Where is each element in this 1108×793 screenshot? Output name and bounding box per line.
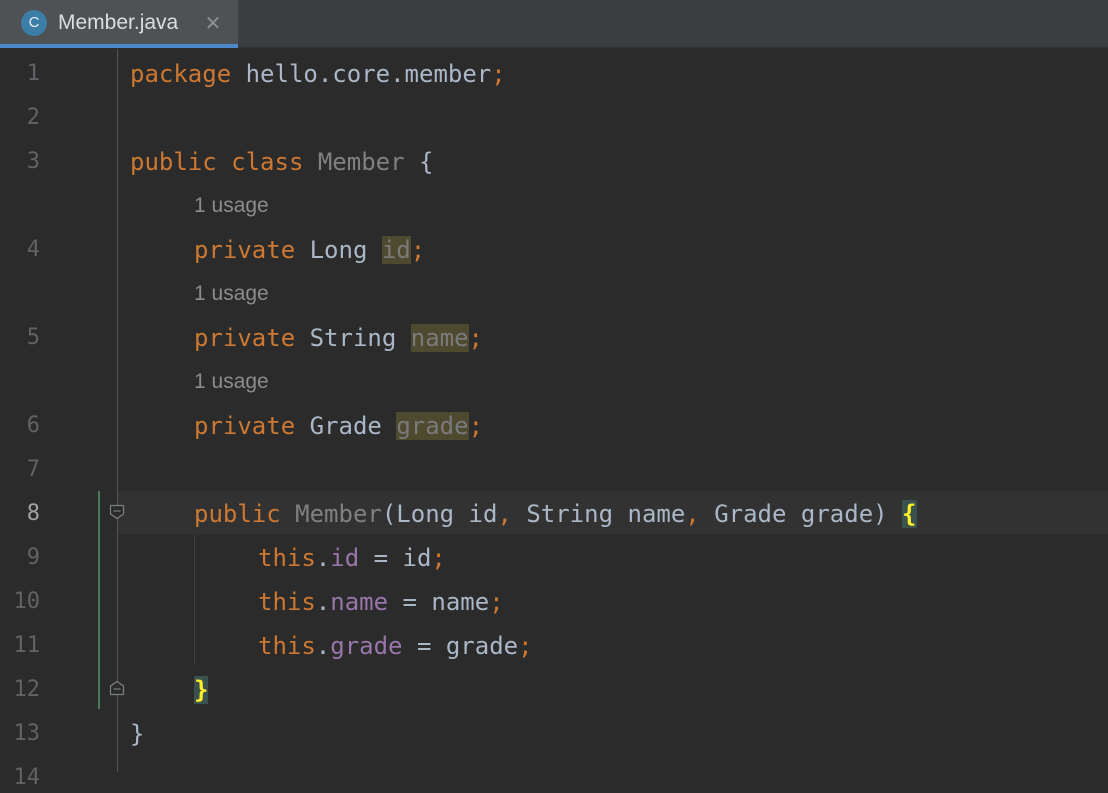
semicolon: ; [431, 544, 446, 572]
class-icon: C [21, 10, 47, 36]
comma: , [685, 500, 700, 528]
line-number: 10 [13, 589, 41, 614]
usage-hint[interactable]: 1 usage [194, 281, 269, 307]
keyword: public [130, 148, 217, 176]
code-line-11: this.grade = grade; [258, 631, 533, 661]
code-line-10: this.name = name; [258, 587, 504, 617]
brace: } [130, 720, 145, 748]
code-line-5: private String name; [194, 323, 483, 353]
matched-brace: { [902, 500, 917, 528]
code-line-12: } [194, 675, 209, 705]
tab-member-java[interactable]: C Member.java ✕ [0, 0, 238, 48]
indent-guide [194, 535, 195, 665]
keyword: this [258, 632, 316, 660]
line-number: 6 [26, 413, 40, 438]
constructor-name: Member [295, 500, 382, 528]
field-name-highlighted: id [381, 236, 411, 264]
semicolon: ; [468, 412, 484, 440]
semicolon: ; [518, 632, 533, 660]
line-number: 2 [26, 105, 40, 130]
field-ref: grade [330, 632, 403, 660]
field-ref: name [330, 588, 389, 616]
field-ref: id [330, 544, 360, 572]
close-icon[interactable]: ✕ [203, 10, 223, 36]
semicolon: ; [489, 588, 504, 616]
line-number-current: 8 [26, 501, 40, 526]
gutter-separator [117, 49, 118, 772]
dot: . [315, 544, 331, 572]
keyword: package [130, 60, 232, 88]
line-number: 1 [26, 61, 40, 86]
keyword: private [194, 324, 296, 352]
semicolon: ; [491, 60, 506, 88]
parameter: (Long id [381, 500, 498, 528]
code-editor[interactable]: 1 2 3 4 5 6 7 8 9 10 11 12 13 14 package… [0, 49, 1108, 790]
line-number: 11 [13, 633, 41, 658]
code-line-9: this.id = id; [258, 543, 446, 573]
matched-brace: } [194, 676, 209, 704]
type-name: Grade [295, 412, 397, 440]
keyword: public [194, 500, 281, 528]
line-number: 3 [26, 149, 40, 174]
keyword: class [231, 148, 304, 176]
code-line-6: private Grade grade; [194, 411, 483, 441]
keyword: this [258, 544, 316, 572]
parameter: String name [511, 500, 686, 528]
dot: . [315, 632, 331, 660]
code-line-4: private Long id; [194, 235, 425, 265]
semicolon: ; [468, 324, 483, 352]
assignment: = grade [402, 632, 519, 660]
code-line-13: } [130, 719, 144, 749]
fold-end-icon[interactable] [109, 680, 125, 696]
line-number: 9 [26, 545, 40, 570]
keyword: private [194, 412, 296, 440]
type-name: String [295, 324, 411, 352]
editor-tab-bar: C Member.java ✕ [0, 0, 1108, 48]
line-number: 7 [26, 457, 40, 482]
semicolon: ; [410, 236, 426, 264]
comma: , [497, 500, 512, 528]
field-name-highlighted: grade [396, 412, 469, 440]
type-name: Long [295, 236, 382, 264]
assignment: = name [388, 588, 490, 616]
line-number: 14 [13, 765, 41, 790]
class-name: Member [317, 148, 405, 176]
keyword: private [194, 236, 296, 264]
usage-hint[interactable]: 1 usage [194, 369, 269, 395]
dot: . [315, 588, 331, 616]
code-line-1: package hello.core.member; [130, 59, 506, 89]
parameter: Grade grade) [699, 500, 903, 528]
package-name: hello.core.member [231, 60, 492, 88]
line-number: 5 [26, 325, 40, 350]
tab-label: Member.java [58, 11, 179, 34]
code-line-3: public class Member { [130, 147, 433, 177]
assignment: = id [359, 544, 432, 572]
line-number: 13 [13, 721, 41, 746]
fold-start-icon[interactable] [109, 504, 125, 520]
field-name-highlighted: name [410, 324, 469, 352]
usage-hint[interactable]: 1 usage [194, 193, 269, 219]
line-number: 12 [13, 677, 41, 702]
keyword: this [258, 588, 316, 616]
code-line-8: public Member(Long id, String name, Grad… [194, 499, 917, 529]
scope-indicator [98, 491, 100, 709]
brace: { [404, 148, 434, 176]
line-number: 4 [26, 237, 40, 262]
